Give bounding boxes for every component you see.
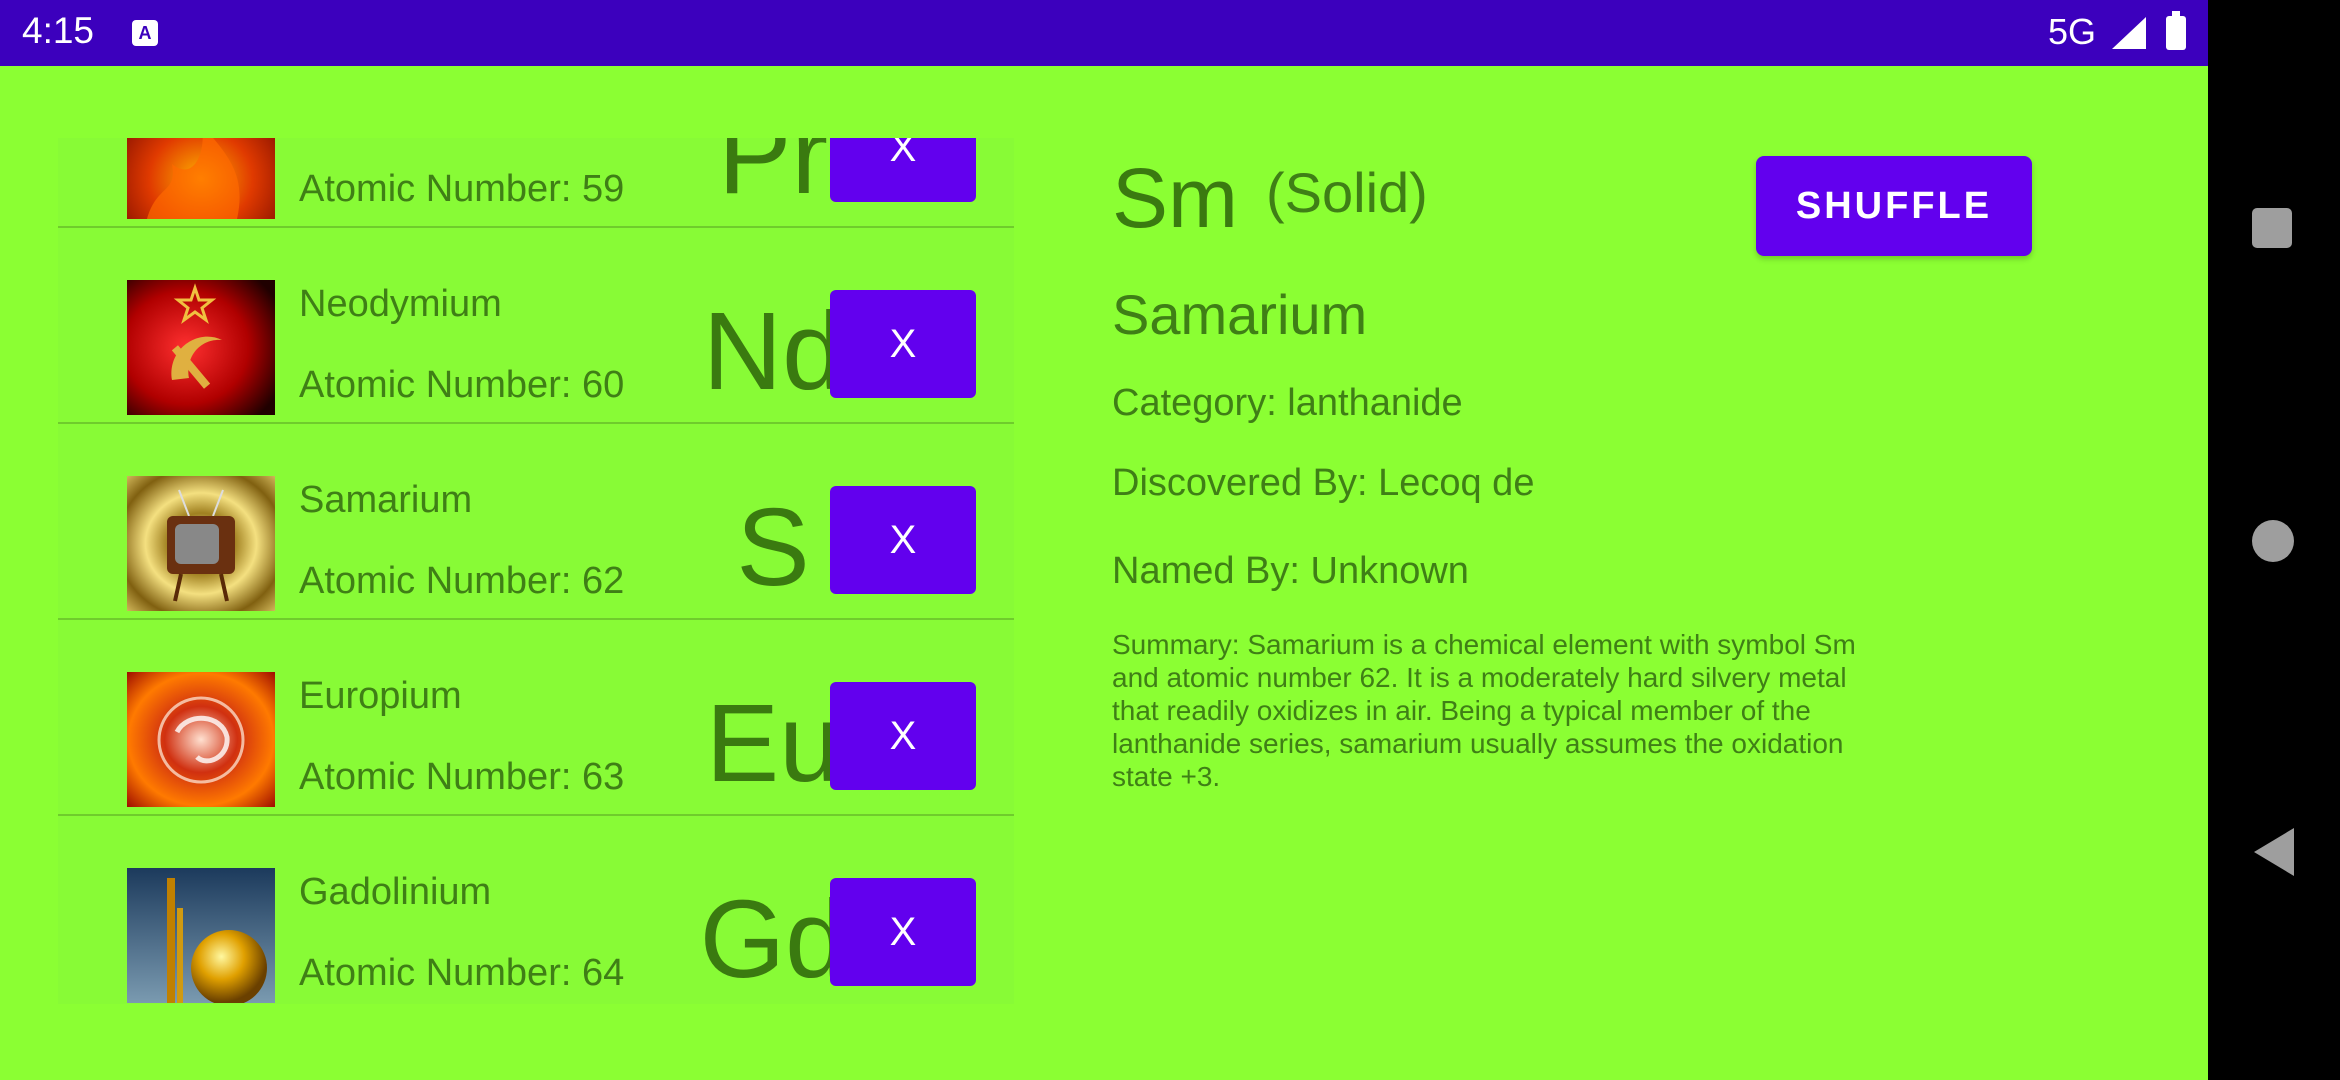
element-name: Samarium <box>299 479 473 521</box>
element-thumbnail <box>127 280 275 415</box>
atomic-number: Atomic Number: 60 <box>299 364 625 406</box>
atomic-number: Atomic Number: 59 <box>299 168 625 210</box>
list-item-europium[interactable]: Europium Atomic Number: 63 Eu X <box>58 620 1014 816</box>
detail-named-by: Named By: Unknown <box>1112 550 1469 592</box>
detail-category: Category: lanthanide <box>1112 382 1463 424</box>
fire-image-icon <box>127 138 275 219</box>
element-thumbnail <box>127 138 275 219</box>
home-icon[interactable] <box>2252 520 2294 562</box>
hammer-sickle-image-icon <box>127 280 275 415</box>
detail-name: Samarium <box>1112 283 1368 346</box>
network-type: 5G <box>2048 11 2097 52</box>
status-time: 4:15 <box>22 10 95 51</box>
list-item-gadolinium[interactable]: Gadolinium Atomic Number: 64 Gd X <box>58 816 1014 1004</box>
remove-button[interactable]: X <box>830 486 976 594</box>
element-name: Neodymium <box>299 283 502 325</box>
element-thumbnail <box>127 476 275 611</box>
recents-icon[interactable] <box>2252 208 2292 248</box>
detail-discovered-by: Discovered By: Lecoq de <box>1112 462 1535 504</box>
element-list[interactable]: Atomic Number: 59 Pr X Neodymium Atomic … <box>58 138 1014 1004</box>
swirl-image-icon <box>127 672 275 807</box>
list-item-samarium[interactable]: Samarium Atomic Number: 62 S X <box>58 424 1014 620</box>
golden-sphere-image-icon <box>127 868 275 1003</box>
remove-button[interactable]: X <box>830 290 976 398</box>
status-bar: 4:15 A 5G <box>0 0 2208 66</box>
back-icon[interactable] <box>2254 828 2294 876</box>
remove-button[interactable]: X <box>830 138 976 202</box>
shuffle-button[interactable]: SHUFFLE <box>1756 156 2032 256</box>
element-name: Europium <box>299 675 462 717</box>
television-image-icon <box>127 476 275 611</box>
remove-button[interactable]: X <box>830 682 976 790</box>
atomic-number: Atomic Number: 62 <box>299 560 625 602</box>
atomic-number: Atomic Number: 63 <box>299 756 625 798</box>
detail-summary: Summary: Samarium is a chemical element … <box>1112 629 1856 792</box>
list-item-neodymium[interactable]: Neodymium Atomic Number: 60 Nd X <box>58 228 1014 424</box>
remove-button[interactable]: X <box>830 878 976 986</box>
signal-icon <box>2112 17 2146 49</box>
detail-symbol: Sm <box>1112 151 1238 245</box>
element-thumbnail <box>127 868 275 1003</box>
navigation-bar <box>2208 0 2340 1080</box>
atomic-number: Atomic Number: 64 <box>299 952 625 994</box>
element-name: Gadolinium <box>299 871 492 913</box>
notification-app-icon: A <box>132 20 158 46</box>
list-item-praseodymium[interactable]: Atomic Number: 59 Pr X <box>58 138 1014 228</box>
detail-state: (Solid) <box>1266 161 1428 224</box>
element-thumbnail <box>127 672 275 807</box>
battery-icon <box>2166 11 2186 50</box>
